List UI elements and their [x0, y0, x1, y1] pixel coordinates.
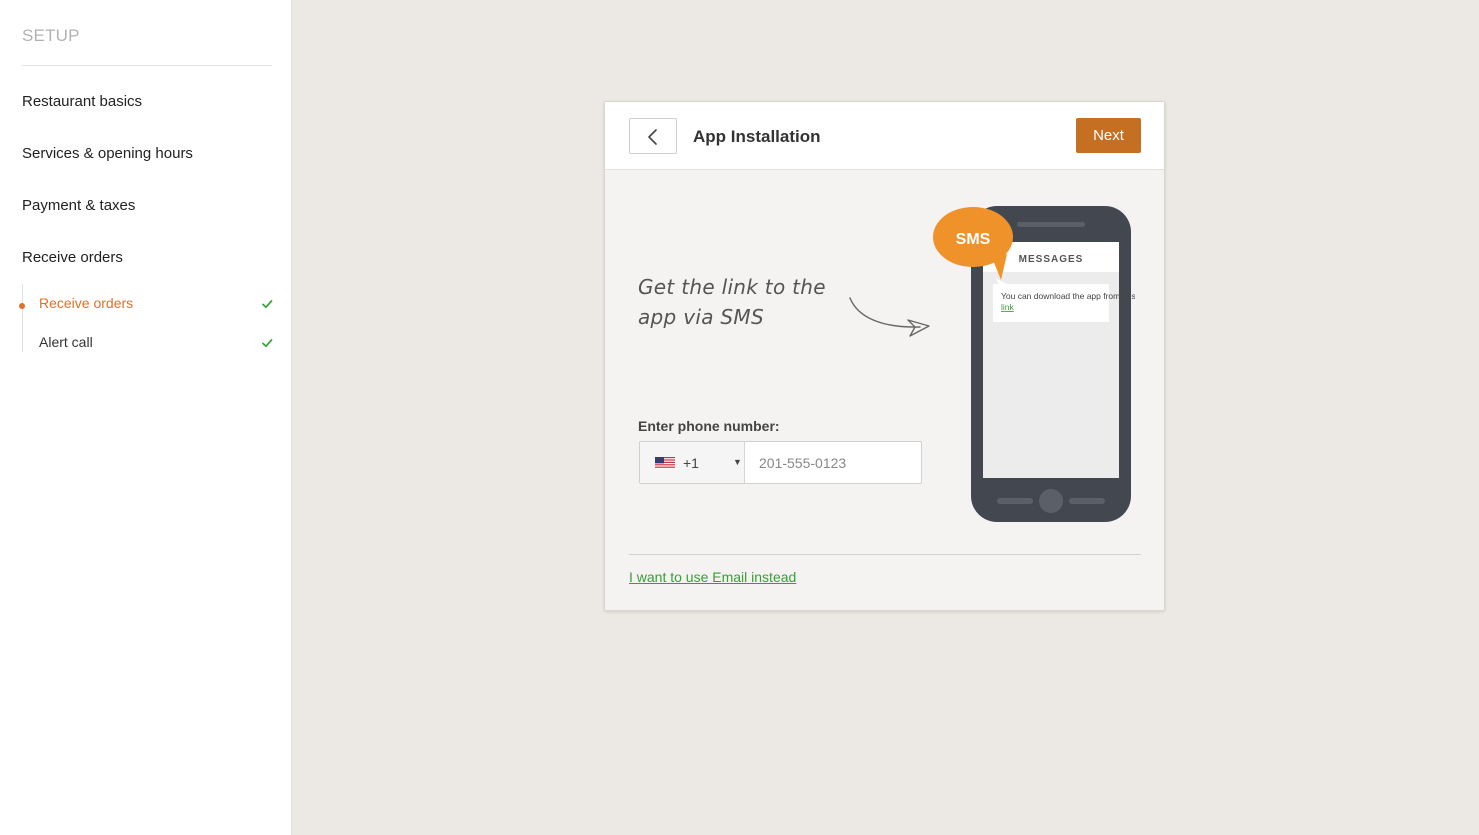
setup-sidebar: SETUP Restaurant basics Services & openi… — [0, 0, 292, 835]
card-divider — [629, 554, 1141, 555]
country-code-select[interactable]: +1 ▼ — [640, 442, 745, 483]
phone-bottom-right — [1069, 498, 1105, 504]
subnav-item-label: Alert call — [39, 334, 93, 350]
caret-down-icon: ▼ — [733, 457, 742, 467]
phone-number-field: +1 ▼ — [639, 441, 922, 484]
us-flag-icon — [655, 457, 675, 469]
phone-number-input[interactable] — [746, 442, 921, 483]
sidebar-item-restaurant-basics[interactable]: Restaurant basics — [22, 93, 142, 110]
subnav-item-label: Receive orders — [39, 295, 134, 311]
sidebar-item-payment-taxes[interactable]: Payment & taxes — [22, 197, 135, 214]
phone-sms-illustration: MESSAGES You can download the app from t… — [933, 206, 1135, 522]
chevron-left-icon — [648, 129, 657, 145]
sidebar-item-services-opening-hours[interactable]: Services & opening hours — [22, 145, 193, 162]
use-email-link[interactable]: I want to use Email instead — [629, 569, 796, 585]
sidebar-item-receive-orders[interactable]: Receive orders — [22, 249, 123, 266]
active-indicator-dot — [19, 303, 25, 309]
sidebar-divider — [22, 65, 272, 66]
sidebar-title: SETUP — [22, 26, 80, 45]
next-button[interactable]: Next — [1076, 118, 1141, 153]
phone-home-button — [1039, 489, 1063, 513]
curved-arrow-icon — [849, 297, 930, 337]
message-link: link — [1001, 302, 1015, 312]
sms-headline: Get the link to the app via SMS — [638, 275, 826, 329]
message-text: You can download the app from this — [1001, 291, 1135, 301]
subnav-item-receive-orders[interactable]: Receive orders — [19, 295, 273, 311]
sms-bubble-text: SMS — [956, 231, 991, 248]
checkmark-icon — [262, 339, 273, 348]
country-dial-code: +1 — [683, 455, 699, 471]
card-title: App Installation — [693, 127, 821, 146]
back-button[interactable] — [629, 118, 677, 154]
checkmark-icon — [262, 300, 273, 309]
phone-speaker — [1017, 222, 1085, 227]
phone-screen — [983, 242, 1119, 478]
subnav-item-alert-call[interactable]: Alert call — [39, 334, 273, 350]
phone-bottom-left — [997, 498, 1033, 504]
screen-header-text: MESSAGES — [1019, 254, 1084, 265]
phone-number-label: Enter phone number: — [638, 418, 780, 434]
card-header: App Installation Next — [605, 102, 1164, 170]
receive-orders-subnav: Receive orders Alert call — [19, 284, 273, 352]
app-installation-card: App Installation Next Get the link to th… — [604, 101, 1165, 611]
